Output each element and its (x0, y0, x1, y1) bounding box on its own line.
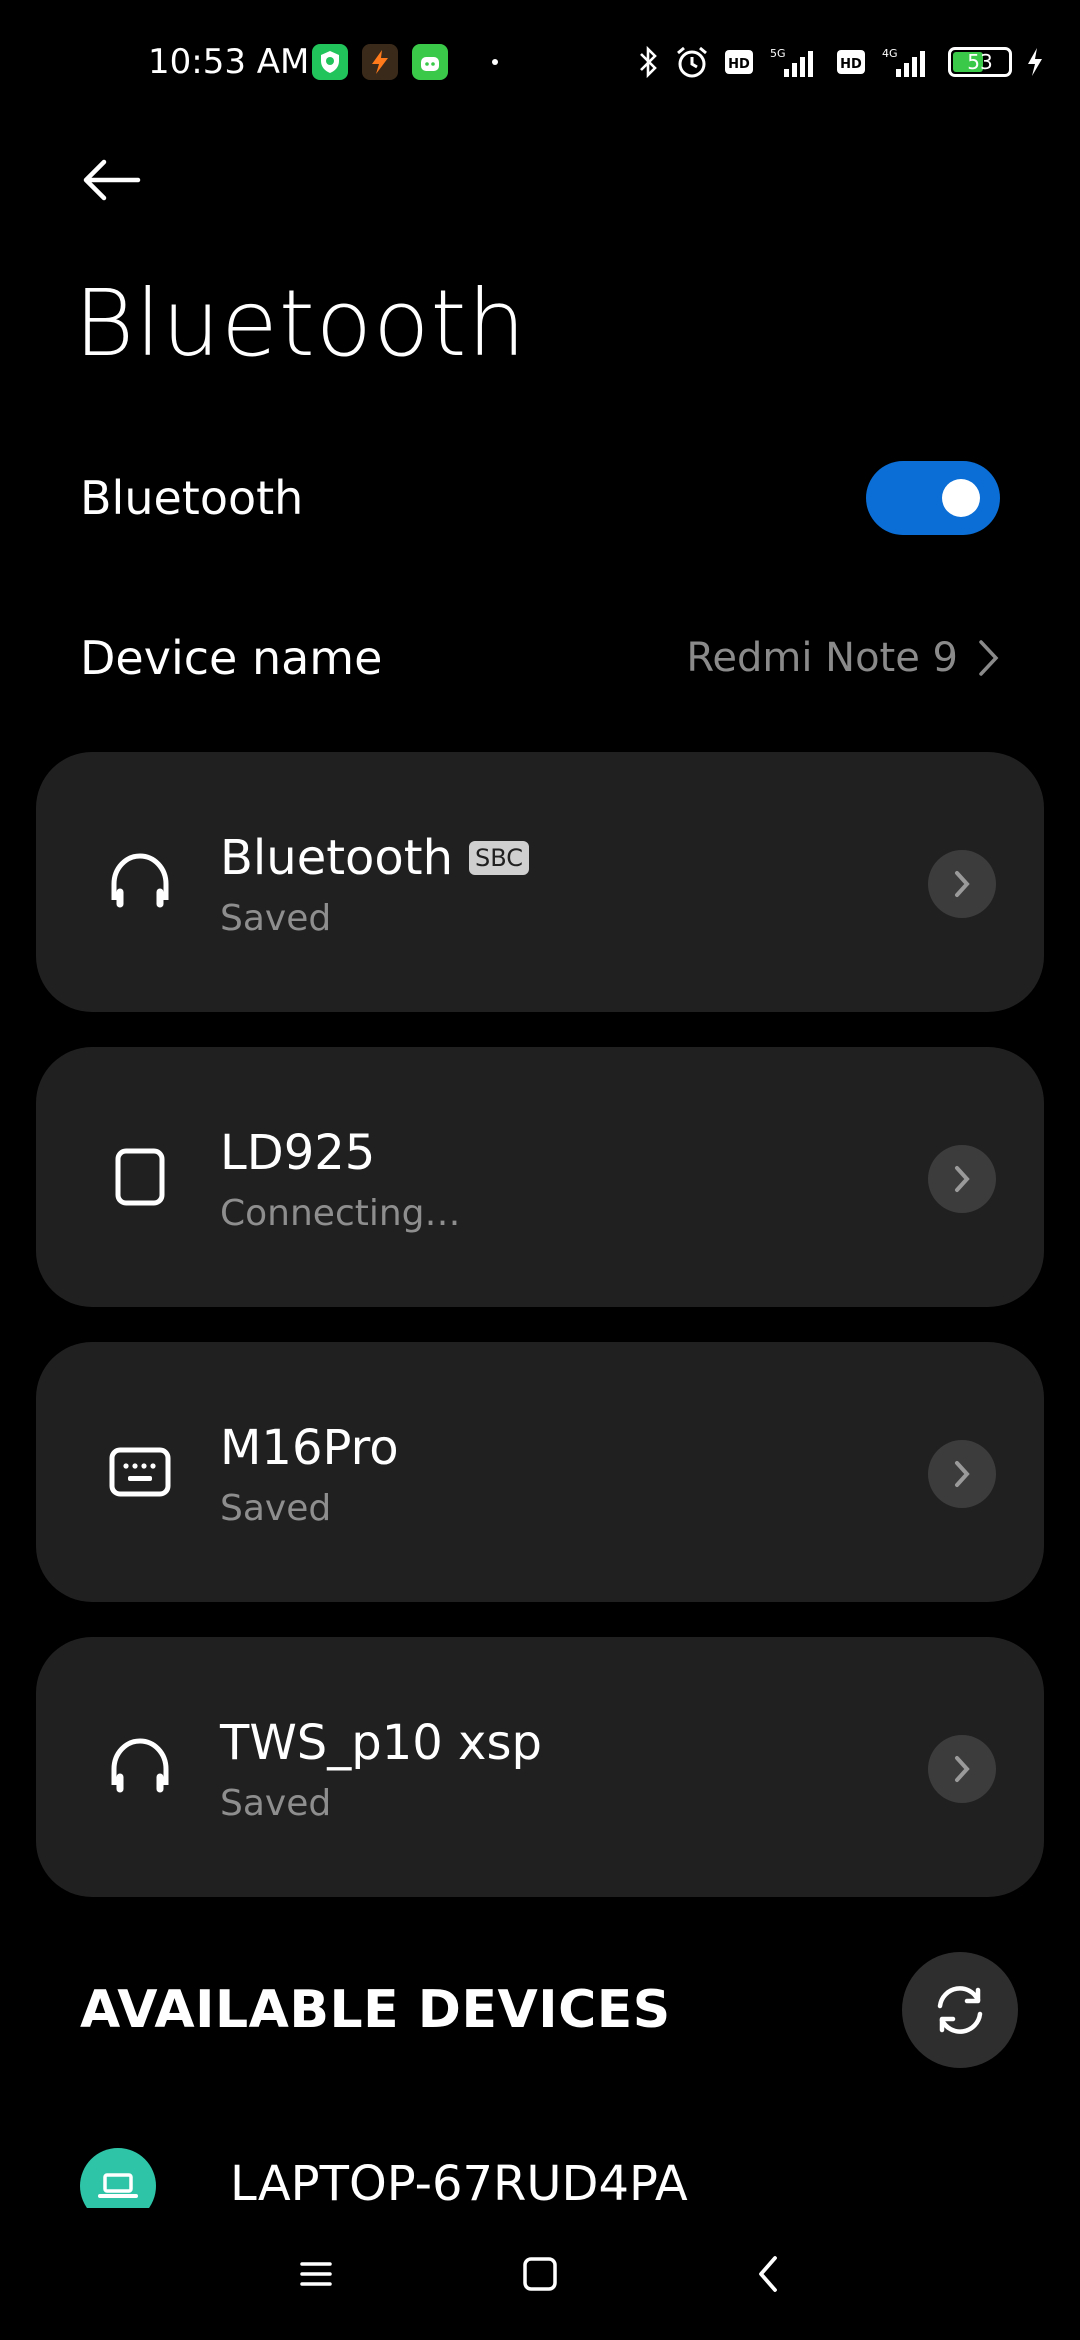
watch-icon (108, 1145, 172, 1209)
device-name-label: Device name (80, 631, 383, 685)
codec-badge: SBC (469, 841, 530, 875)
chevron-right-icon (955, 1756, 970, 1782)
device-name: LD925 (220, 1125, 376, 1181)
headphones-icon (108, 1735, 172, 1799)
device-details-button[interactable] (928, 1145, 996, 1213)
device-name: M16Pro (220, 1420, 399, 1476)
home-button[interactable] (510, 2244, 570, 2304)
menu-icon (300, 2262, 332, 2286)
navigation-bar (0, 2212, 1080, 2340)
device-details-button[interactable] (928, 1440, 996, 1508)
laptop-icon (80, 2148, 156, 2208)
svg-text:4G: 4G (882, 47, 898, 60)
status-time: 10:53 AM (148, 42, 310, 82)
charging-icon (1028, 48, 1042, 76)
device-details-button[interactable] (928, 1735, 996, 1803)
refresh-button[interactable] (902, 1952, 1018, 2068)
hd-icon: HD (725, 50, 753, 74)
alarm-icon (677, 46, 707, 78)
device-name: TWS_p10 xsp (220, 1715, 542, 1771)
page-title: Bluetooth (74, 270, 527, 377)
bluetooth-status-icon (640, 45, 657, 79)
available-devices-title: AVAILABLE DEVICES (80, 1980, 671, 2040)
device-details-button[interactable] (928, 850, 996, 918)
home-square-icon (523, 2257, 557, 2291)
more-notifications-dot (492, 59, 498, 65)
signal-4g-icon: 4G (882, 47, 925, 77)
paired-device-card[interactable]: TWS_p10 xsp Saved (36, 1637, 1044, 1897)
device-status: Saved (220, 1488, 332, 1529)
keyboard-icon (108, 1440, 172, 1504)
chevron-right-icon (955, 1166, 970, 1192)
bluetooth-toggle-label: Bluetooth (80, 471, 304, 525)
shield-app-icon (312, 44, 348, 80)
flash-app-icon (362, 44, 398, 80)
chevron-right-icon (955, 871, 970, 897)
hd-icon-2: HD (837, 50, 865, 74)
signal-5g-icon: 5G (770, 47, 813, 77)
svg-text:5G: 5G (770, 47, 786, 60)
recents-button[interactable] (286, 2244, 346, 2304)
svg-text:HD: HD (728, 57, 750, 72)
back-arrow-icon (83, 159, 141, 201)
headphones-icon (108, 850, 172, 914)
paired-device-card[interactable]: M16Pro Saved (36, 1342, 1044, 1602)
toggle-knob (942, 479, 980, 517)
nav-back-button[interactable] (738, 2244, 798, 2304)
notification-icons (312, 44, 498, 80)
android-app-icon (412, 44, 448, 80)
available-device-name: LAPTOP-67RUD4PA (230, 2156, 688, 2208)
battery-icon: 53 (948, 47, 1012, 77)
status-bar: 10:53 AM HD 5G HD 4G 53 (0, 0, 1080, 128)
device-name-row[interactable]: Device name Redmi Note 9 (80, 618, 1000, 698)
chevron-right-icon (955, 1461, 970, 1487)
chevron-right-icon (979, 640, 999, 676)
bluetooth-toggle[interactable] (866, 461, 1000, 535)
battery-level: 53 (967, 50, 993, 74)
refresh-icon (937, 1986, 983, 2034)
available-device-item[interactable]: LAPTOP-67RUD4PA (80, 2148, 1000, 2208)
device-status: Saved (220, 1783, 332, 1824)
device-name-value-group: Redmi Note 9 (686, 635, 1000, 681)
device-status: Saved (220, 898, 332, 939)
device-name: Bluetooth (220, 830, 454, 886)
system-icons: HD 5G HD 4G 53 (638, 44, 1044, 80)
svg-text:HD: HD (840, 57, 862, 72)
bluetooth-toggle-row[interactable]: Bluetooth (80, 458, 1000, 538)
paired-device-card[interactable]: LD925 Connecting… (36, 1047, 1044, 1307)
paired-device-card[interactable]: Bluetooth SBC Saved (36, 752, 1044, 1012)
device-status: Connecting… (220, 1193, 461, 1234)
back-chevron-icon (759, 2256, 777, 2292)
device-name-value: Redmi Note 9 (686, 635, 958, 681)
back-button[interactable] (80, 150, 152, 210)
